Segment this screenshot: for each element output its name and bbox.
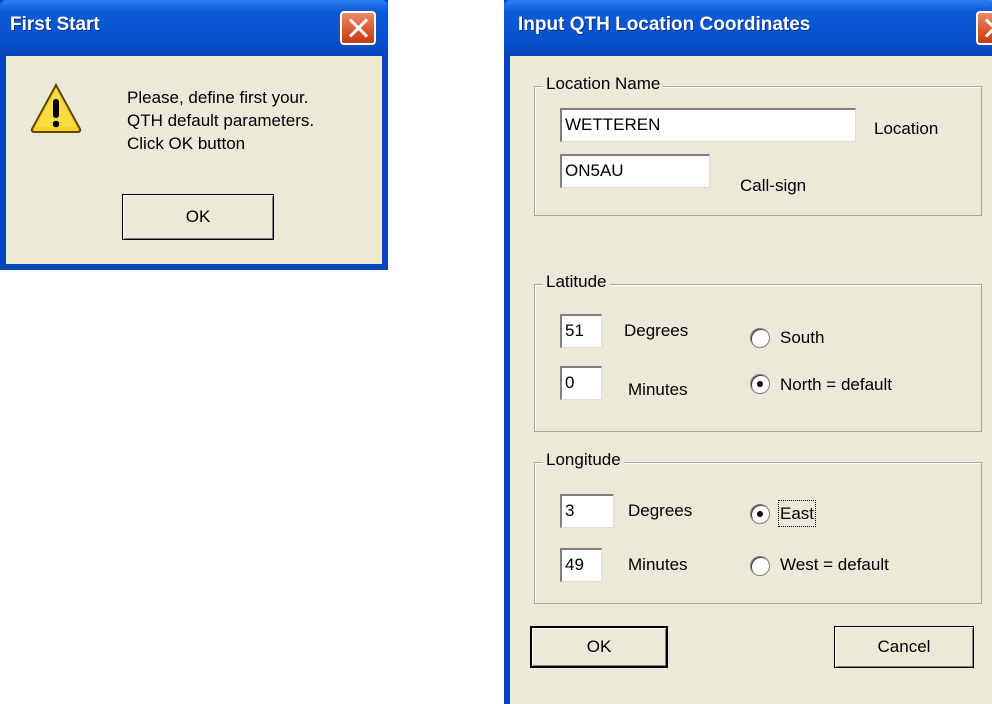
dialog-title: Input QTH Location Coordinates xyxy=(518,14,811,35)
title-bar: Input QTH Location Coordinates xyxy=(504,0,992,56)
longitude-minutes-label: Minutes xyxy=(628,555,688,574)
callsign-label: Call-sign xyxy=(740,176,807,195)
north-label[interactable]: North = default xyxy=(780,373,892,396)
location-name-legend: Location Name xyxy=(543,74,664,94)
latitude-legend: Latitude xyxy=(543,272,610,292)
latitude-group: Latitude xyxy=(534,272,982,432)
title-bar: First Start xyxy=(0,0,388,56)
close-icon[interactable] xyxy=(976,11,992,45)
qth-location-dialog: Input QTH Location Coordinates Location … xyxy=(504,0,992,704)
callsign-input[interactable]: ON5AU xyxy=(560,154,710,188)
longitude-degrees-input[interactable]: 3 xyxy=(560,494,614,528)
longitude-legend: Longitude xyxy=(543,450,624,470)
latitude-minutes-input[interactable]: 0 xyxy=(560,366,602,400)
longitude-degrees-label: Degrees xyxy=(628,501,693,520)
location-label: Location xyxy=(874,119,939,138)
dialog-title: First Start xyxy=(10,14,100,35)
latitude-degrees-label: Degrees xyxy=(624,321,689,340)
message-line-1: Please, define first your. xyxy=(127,88,309,107)
ok-button[interactable]: OK xyxy=(530,626,668,668)
message-line-2: QTH default parameters. xyxy=(127,111,315,130)
south-label[interactable]: South xyxy=(780,326,824,349)
longitude-minutes-input[interactable]: 49 xyxy=(560,548,602,582)
cancel-button[interactable]: Cancel xyxy=(834,626,974,668)
west-label[interactable]: West = default xyxy=(780,553,889,576)
first-start-dialog: First Start Please, define first your. Q… xyxy=(0,0,388,270)
location-input[interactable]: WETTEREN xyxy=(560,108,856,142)
longitude-group: Longitude xyxy=(534,450,982,604)
east-radio[interactable] xyxy=(750,504,770,524)
warning-icon xyxy=(30,82,82,133)
close-icon[interactable] xyxy=(340,11,376,45)
message-line-3: Click OK button xyxy=(127,134,246,153)
north-radio[interactable] xyxy=(750,374,770,394)
latitude-minutes-label: Minutes xyxy=(628,380,688,399)
latitude-degrees-input[interactable]: 51 xyxy=(560,314,602,348)
south-radio[interactable] xyxy=(750,328,770,348)
ok-button[interactable]: OK xyxy=(122,194,274,240)
east-label[interactable]: East xyxy=(777,500,817,527)
west-radio[interactable] xyxy=(750,556,770,576)
